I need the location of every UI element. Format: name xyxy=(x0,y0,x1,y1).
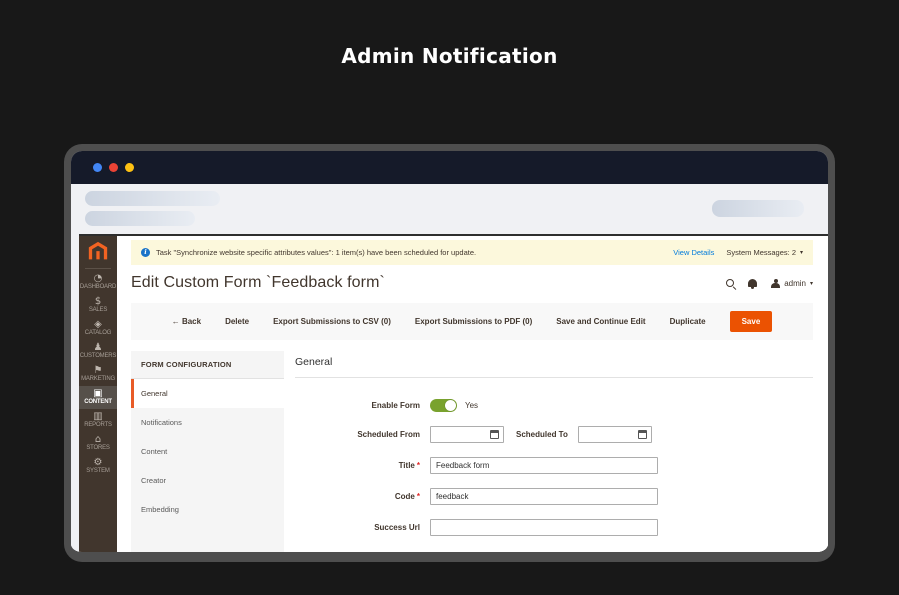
duplicate-button[interactable]: Duplicate xyxy=(670,317,706,326)
tab-notifications[interactable]: Notifications xyxy=(131,408,284,437)
system-icon: ⚙ xyxy=(79,457,117,468)
window-titlebar xyxy=(71,151,828,184)
system-messages-count: System Messages: 2 xyxy=(726,248,796,257)
sidebar-item-label: DASHBOARD xyxy=(79,284,117,291)
marketing-icon: ⚑ xyxy=(79,365,117,376)
section-title: General xyxy=(295,351,813,378)
code-input[interactable] xyxy=(430,488,658,505)
form-configuration-panel: FORM CONFIGURATION General Notifications… xyxy=(131,351,284,555)
skeleton-pill xyxy=(85,211,195,226)
username: admin xyxy=(784,279,806,288)
tab-general[interactable]: General xyxy=(131,379,284,408)
export-pdf-button[interactable]: Export Submissions to PDF (0) xyxy=(415,317,532,326)
catalog-icon: ◈ xyxy=(79,319,117,330)
export-csv-button[interactable]: Export Submissions to CSV (0) xyxy=(273,317,391,326)
admin-user-menu[interactable]: admin ▾ xyxy=(771,279,813,288)
general-form: General Enable Form Yes Scheduled From xyxy=(295,351,813,555)
sidebar-item-system[interactable]: ⚙ SYSTEM xyxy=(79,455,117,478)
window-dot-blue[interactable] xyxy=(93,163,102,172)
scheduled-to-label: Scheduled To xyxy=(516,430,568,439)
code-row: Code* xyxy=(295,488,813,505)
sidebar-item-label: SALES xyxy=(79,307,117,314)
person-icon xyxy=(771,279,780,288)
sidebar-item-dashboard[interactable]: ◔ DASHBOARD xyxy=(79,271,117,294)
sidebar-item-catalog[interactable]: ◈ CATALOG xyxy=(79,317,117,340)
sales-icon: $ xyxy=(79,296,117,307)
enable-form-row: Enable Form Yes xyxy=(295,399,813,412)
save-continue-button[interactable]: Save and Continue Edit xyxy=(556,317,645,326)
sidebar-item-label: STORES xyxy=(79,445,117,452)
required-asterisk: * xyxy=(417,492,420,501)
search-icon[interactable] xyxy=(726,279,734,287)
action-toolbar: ← Back Delete Export Submissions to CSV … xyxy=(131,303,813,340)
system-messages-bar: i Task "Synchronize website specific att… xyxy=(131,240,813,265)
title-input[interactable] xyxy=(430,457,658,474)
dashboard-icon: ◔ xyxy=(79,273,117,284)
skeleton-pill xyxy=(85,191,220,206)
calendar-icon[interactable] xyxy=(638,430,647,439)
toggle-value: Yes xyxy=(465,401,478,410)
view-details-link[interactable]: View Details xyxy=(673,248,714,257)
sidebar-item-sales[interactable]: $ SALES xyxy=(79,294,117,317)
sidebar-item-label: CUSTOMERS xyxy=(79,353,117,360)
window-dot-yellow[interactable] xyxy=(125,163,134,172)
required-asterisk: * xyxy=(417,461,420,470)
admin-main: i Task "Synchronize website specific att… xyxy=(117,236,828,555)
stores-icon: ⌂ xyxy=(79,434,117,445)
tab-embedding[interactable]: Embedding xyxy=(131,495,284,524)
back-arrow-icon: ← xyxy=(172,317,180,326)
enable-form-label: Enable Form xyxy=(295,401,430,410)
browser-chrome xyxy=(71,184,828,234)
page-title: Admin Notification xyxy=(0,44,899,68)
sidebar-item-marketing[interactable]: ⚑ MARKETING xyxy=(79,363,117,386)
content-area: FORM CONFIGURATION General Notifications… xyxy=(131,351,813,555)
reports-icon: ▥ xyxy=(79,411,117,422)
notification-message: Task "Synchronize website specific attri… xyxy=(156,248,673,257)
info-icon: i xyxy=(141,248,150,257)
admin-shell: ◔ DASHBOARD $ SALES ◈ CATALOG ♟ CUSTOMER… xyxy=(71,234,828,555)
back-button[interactable]: ← Back xyxy=(172,317,201,326)
enable-form-toggle[interactable] xyxy=(430,399,457,412)
title-label: Title* xyxy=(295,461,430,470)
magento-logo-icon[interactable] xyxy=(87,241,109,263)
code-label: Code* xyxy=(295,492,430,501)
sidebar-item-label: SYSTEM xyxy=(79,468,117,475)
sidebar-item-label: REPORTS xyxy=(79,422,117,429)
sidebar-item-reports[interactable]: ▥ REPORTS xyxy=(79,409,117,432)
scheduled-from-label: Scheduled From xyxy=(295,430,430,439)
sidebar-item-label: CATALOG xyxy=(79,330,117,337)
sidebar-divider xyxy=(85,268,111,269)
title-row: Title* xyxy=(295,457,813,474)
bell-icon[interactable] xyxy=(748,279,757,287)
success-url-input[interactable] xyxy=(430,519,658,536)
chevron-down-icon[interactable]: ▾ xyxy=(800,249,803,256)
chevron-down-icon: ▾ xyxy=(810,280,813,287)
sidebar-item-customers[interactable]: ♟ CUSTOMERS xyxy=(79,340,117,363)
success-url-row: Success Url xyxy=(295,519,813,536)
tab-creator[interactable]: Creator xyxy=(131,466,284,495)
page-header: Edit Custom Form `Feedback form` admin ▾ xyxy=(131,274,813,292)
sidebar-item-label: CONTENT xyxy=(79,399,117,406)
title-label-text: Title xyxy=(399,461,415,470)
toggle-knob xyxy=(445,400,456,411)
sidebar-item-stores[interactable]: ⌂ STORES xyxy=(79,432,117,455)
code-label-text: Code xyxy=(395,492,415,501)
sidebar-item-label: MARKETING xyxy=(79,376,117,383)
magento-sidebar: ◔ DASHBOARD $ SALES ◈ CATALOG ♟ CUSTOMER… xyxy=(79,236,117,555)
calendar-icon[interactable] xyxy=(490,430,499,439)
success-url-label: Success Url xyxy=(295,523,430,532)
window-dot-red[interactable] xyxy=(109,163,118,172)
tab-content[interactable]: Content xyxy=(131,437,284,466)
skeleton-pill xyxy=(712,200,804,217)
browser-window: ◔ DASHBOARD $ SALES ◈ CATALOG ♟ CUSTOMER… xyxy=(64,144,835,562)
edit-form-title: Edit Custom Form `Feedback form` xyxy=(131,274,385,292)
schedule-row: Scheduled From Scheduled To xyxy=(295,426,813,443)
back-label: Back xyxy=(182,317,201,326)
form-configuration-title: FORM CONFIGURATION xyxy=(131,351,284,379)
customers-icon: ♟ xyxy=(79,342,117,353)
save-button[interactable]: Save xyxy=(730,311,773,332)
delete-button[interactable]: Delete xyxy=(225,317,249,326)
content-icon: ▣ xyxy=(79,388,117,399)
sidebar-item-content[interactable]: ▣ CONTENT xyxy=(79,386,117,409)
